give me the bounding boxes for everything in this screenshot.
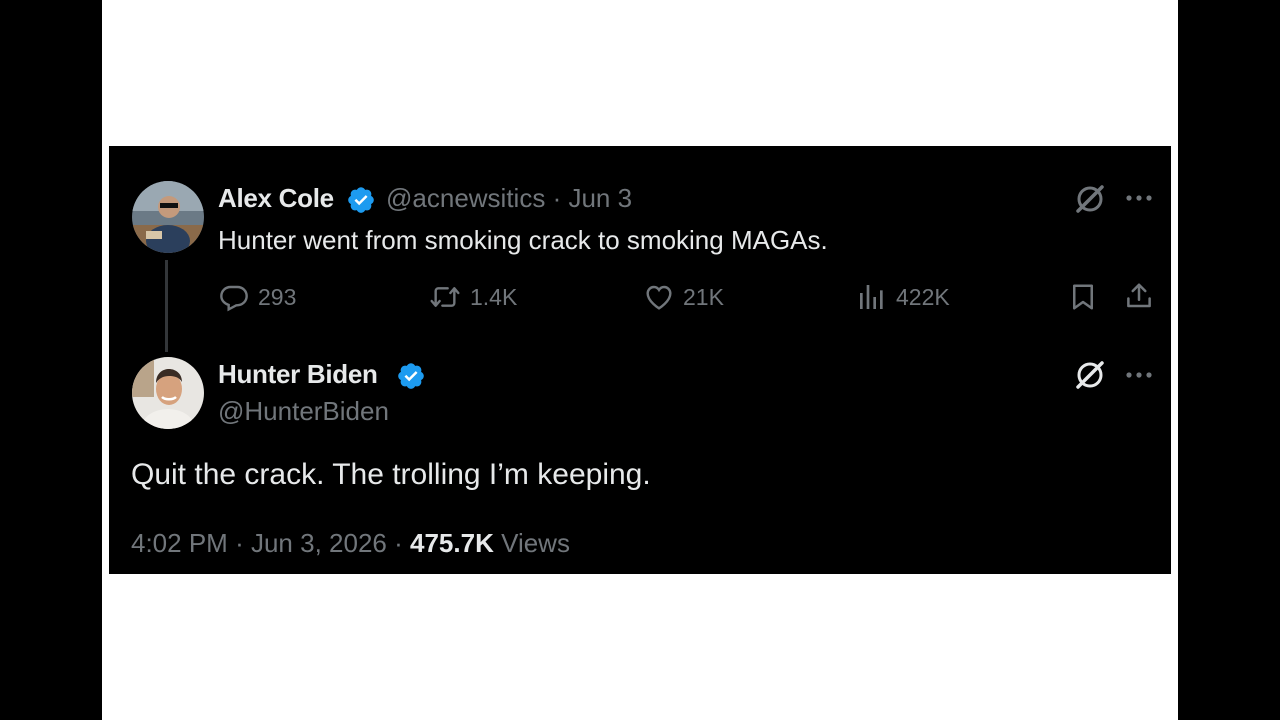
more-icon[interactable] bbox=[1124, 188, 1154, 208]
heart-icon bbox=[646, 285, 672, 310]
reply-button[interactable]: 293 bbox=[218, 280, 296, 314]
like-count: 21K bbox=[683, 283, 724, 310]
share-icon[interactable] bbox=[1124, 280, 1154, 312]
grok-icon[interactable] bbox=[1073, 182, 1107, 216]
separator-dot: · bbox=[235, 528, 244, 558]
repost-icon bbox=[430, 287, 460, 307]
thread-connector-line bbox=[165, 260, 168, 352]
views-button[interactable]: 422K bbox=[856, 280, 950, 314]
repost-button[interactable]: 1.4K bbox=[428, 280, 517, 314]
tweet-time[interactable]: 4:02 PM bbox=[131, 528, 228, 558]
verified-badge-icon bbox=[398, 363, 424, 389]
analytics-icon bbox=[860, 285, 883, 309]
more-icon[interactable] bbox=[1124, 365, 1154, 385]
tweet-meta: 4:02 PM · Jun 3, 2026 · 475.7K Views bbox=[131, 528, 570, 559]
verified-badge-icon bbox=[348, 187, 374, 213]
main-tweet-text: Quit the crack. The trolling I’m keeping… bbox=[131, 458, 651, 491]
avatar-alex-cole[interactable] bbox=[132, 181, 204, 253]
tweet-views-count: 475.7K bbox=[410, 528, 494, 558]
reply-to-text: Hunter went from smoking crack to smokin… bbox=[218, 225, 828, 255]
views-count: 422K bbox=[896, 283, 950, 310]
tweet-date[interactable]: Jun 3 bbox=[568, 183, 632, 213]
handle-date-line: @acnewsitics · Jun 3 bbox=[386, 183, 632, 214]
bookmark-icon[interactable] bbox=[1068, 281, 1098, 313]
repost-count: 1.4K bbox=[470, 283, 518, 310]
separator-dot: · bbox=[552, 183, 562, 213]
reply-count: 293 bbox=[258, 283, 297, 310]
author-name-alex-cole[interactable]: Alex Cole bbox=[218, 183, 334, 214]
like-button[interactable]: 21K bbox=[643, 280, 724, 314]
grok-icon[interactable] bbox=[1073, 358, 1107, 392]
avatar-hunter-biden[interactable] bbox=[132, 357, 204, 429]
handle-hunter-biden[interactable]: @HunterBiden bbox=[218, 396, 389, 427]
separator-dot: · bbox=[394, 528, 403, 558]
author-name-hunter-biden[interactable]: Hunter Biden bbox=[218, 359, 378, 390]
reply-icon bbox=[220, 285, 248, 312]
tweet-views-label: Views bbox=[501, 528, 570, 558]
tweet-full-date[interactable]: Jun 3, 2026 bbox=[251, 528, 387, 558]
handle-alex-cole[interactable]: @acnewsitics bbox=[386, 183, 545, 213]
